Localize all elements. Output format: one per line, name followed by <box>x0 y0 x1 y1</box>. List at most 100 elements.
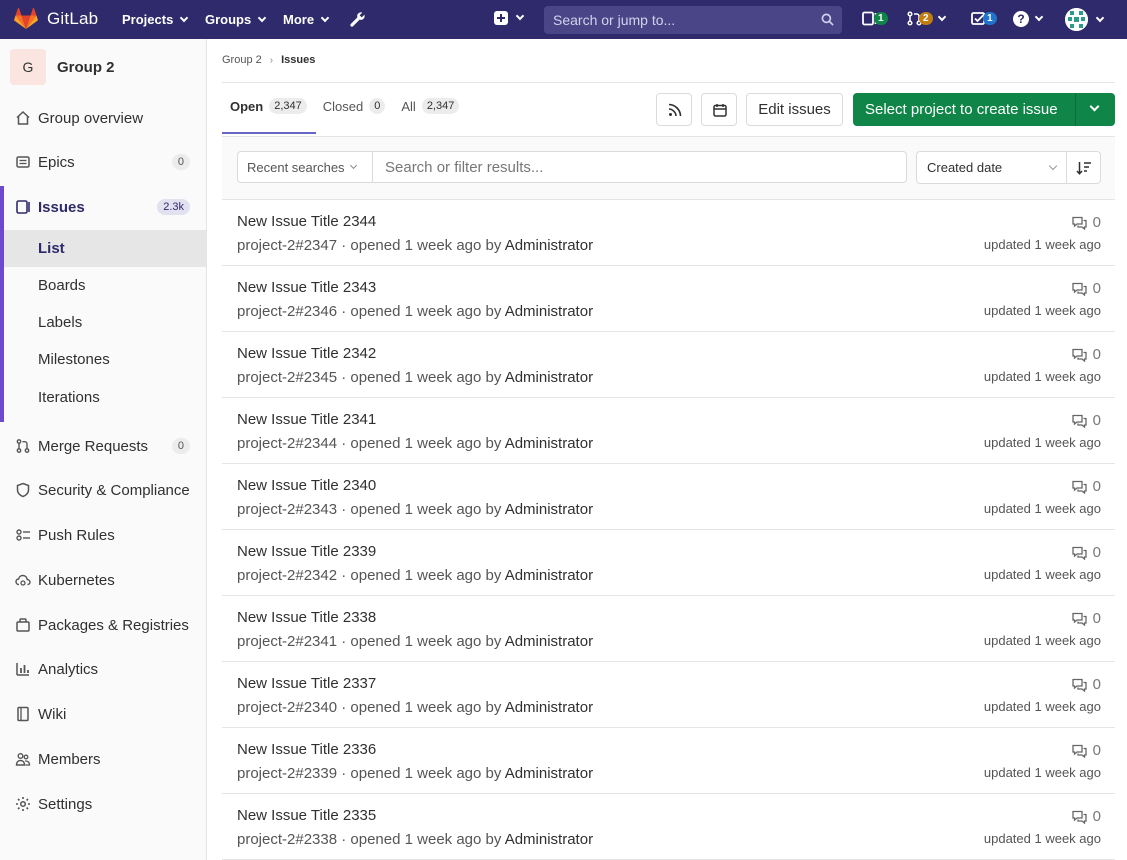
tab-closed[interactable]: Closed 0 <box>315 96 394 116</box>
issue-reference: project-2#2344 <box>237 435 338 452</box>
package-icon <box>16 618 30 632</box>
issue-meta: project-2#2343 · opened 1 week ago by Ad… <box>237 501 593 518</box>
create-issue-button[interactable]: Select project to create issue <box>853 93 1115 126</box>
tab-label: Closed <box>322 98 364 114</box>
global-search-input[interactable]: Search or jump to... <box>544 6 842 34</box>
sidebar-sub-label: List <box>38 240 65 257</box>
comments-link[interactable]: 0 <box>1072 214 1101 231</box>
comments-link[interactable]: 0 <box>1072 808 1101 825</box>
gitlab-logo-icon[interactable] <box>14 8 38 30</box>
group-header[interactable]: G Group 2 <box>10 49 115 85</box>
issue-author-link[interactable]: Administrator <box>505 435 593 452</box>
issues-counter-link[interactable]: 1 <box>862 11 888 26</box>
issue-opened-text: · opened 1 week ago by <box>337 567 505 584</box>
filter-search-input[interactable]: Search or filter results... <box>372 151 907 183</box>
rss-button[interactable] <box>656 93 692 126</box>
comments-link[interactable]: 0 <box>1072 346 1101 363</box>
issue-opened-text: · opened 1 week ago by <box>337 435 505 452</box>
tab-label: All <box>401 98 416 114</box>
comments-count: 0 <box>1092 412 1101 429</box>
issue-author-link[interactable]: Administrator <box>505 237 593 254</box>
sidebar-item-analytics[interactable]: Analytics <box>0 649 206 689</box>
search-placeholder: Search or jump to... <box>553 12 676 28</box>
issue-author-link[interactable]: Administrator <box>505 633 593 650</box>
sidebar-item-label: Kubernetes <box>38 571 115 589</box>
issue-title-link[interactable]: New Issue Title 2338 <box>237 609 376 626</box>
top-navbar: GitLab Projects Groups More Search or ju… <box>0 0 1127 39</box>
sort-direction-button[interactable] <box>1066 151 1101 184</box>
tab-all[interactable]: All 2,347 <box>393 96 467 116</box>
edit-issues-button[interactable]: Edit issues <box>746 93 843 126</box>
sidebar-sub-iterations[interactable]: Iterations <box>4 379 206 416</box>
issue-author-link[interactable]: Administrator <box>505 765 593 782</box>
todos-counter-link[interactable]: 1 <box>971 11 997 26</box>
comments-count: 0 <box>1092 610 1101 627</box>
nav-projects[interactable]: Projects <box>122 12 189 27</box>
chevron-down-icon[interactable] <box>1089 101 1100 112</box>
sidebar-item-push-rules[interactable]: Push Rules <box>0 515 206 555</box>
sidebar-item-wiki[interactable]: Wiki <box>0 694 206 734</box>
chevron-down-icon <box>320 13 330 22</box>
nav-more[interactable]: More <box>283 12 330 27</box>
issue-author-link[interactable]: Administrator <box>505 369 593 386</box>
comments-link[interactable]: 0 <box>1072 412 1101 429</box>
issue-meta: project-2#2341 · opened 1 week ago by Ad… <box>237 633 593 650</box>
tab-open[interactable]: Open 2,347 <box>222 96 315 116</box>
comments-link[interactable]: 0 <box>1072 742 1101 759</box>
breadcrumb-group-link[interactable]: Group 2 <box>222 54 262 66</box>
search-icon <box>821 13 834 26</box>
brand-name[interactable]: GitLab <box>47 9 98 29</box>
user-menu-button[interactable] <box>1065 8 1105 31</box>
sidebar-item-members[interactable]: Members <box>0 739 206 779</box>
issue-title-link[interactable]: New Issue Title 2340 <box>237 477 376 494</box>
tab-label: Open <box>230 98 264 114</box>
issue-title-link[interactable]: New Issue Title 2341 <box>237 411 376 428</box>
comments-icon <box>1072 612 1087 626</box>
sidebar-sub-labels[interactable]: Labels <box>4 304 206 341</box>
issue-title-link[interactable]: New Issue Title 2336 <box>237 741 376 758</box>
sidebar-sub-list[interactable]: List <box>4 230 206 267</box>
comments-link[interactable]: 0 <box>1072 280 1101 297</box>
comments-link[interactable]: 0 <box>1072 610 1101 627</box>
sidebar-item-settings[interactable]: Settings <box>0 784 206 824</box>
new-dropdown-button[interactable] <box>494 11 525 25</box>
calendar-button[interactable] <box>701 93 737 126</box>
issue-opened-text: · opened 1 week ago by <box>337 831 505 848</box>
sidebar-item-merge-requests[interactable]: Merge Requests 0 <box>0 426 206 466</box>
issue-row: New Issue Title 2344 project-2#2347 · ope… <box>222 200 1115 266</box>
issue-title-link[interactable]: New Issue Title 2335 <box>237 807 376 824</box>
issue-author-link[interactable]: Administrator <box>505 501 593 518</box>
sidebar-item-security-compliance[interactable]: Security & Compliance <box>0 470 206 510</box>
sidebar-item-label: Epics <box>38 153 75 171</box>
wrench-icon[interactable] <box>349 11 366 28</box>
sidebar-sub-milestones[interactable]: Milestones <box>4 341 206 378</box>
issue-title-link[interactable]: New Issue Title 2339 <box>237 543 376 560</box>
sidebar-item-packages-registries[interactable]: Packages & Registries <box>0 605 206 645</box>
issue-title-link[interactable]: New Issue Title 2343 <box>237 279 376 296</box>
help-dropdown-button[interactable]: ? <box>1013 11 1044 27</box>
comments-link[interactable]: 0 <box>1072 676 1101 693</box>
recent-searches-dropdown[interactable]: Recent searches <box>237 151 373 183</box>
issue-author-link[interactable]: Administrator <box>505 699 593 716</box>
breadcrumb-current[interactable]: Issues <box>281 54 315 66</box>
comments-link[interactable]: 0 <box>1072 544 1101 561</box>
issue-reference: project-2#2347 <box>237 237 338 254</box>
nav-more-label: More <box>283 12 315 27</box>
count-badge: 2.3k <box>157 199 190 215</box>
issue-updated-text: updated 1 week ago <box>983 699 1101 714</box>
issue-title-link[interactable]: New Issue Title 2337 <box>237 675 376 692</box>
merge-requests-counter-link[interactable]: 2 <box>907 11 946 26</box>
issue-author-link[interactable]: Administrator <box>505 303 593 320</box>
sidebar-item-group-overview[interactable]: Group overview <box>0 98 206 138</box>
sort-dropdown[interactable]: Created date <box>916 151 1067 184</box>
issue-author-link[interactable]: Administrator <box>505 567 593 584</box>
sidebar-sub-boards[interactable]: Boards <box>4 267 206 304</box>
sidebar-item-issues[interactable]: Issues 2.3k <box>0 187 206 227</box>
sidebar-item-epics[interactable]: Epics 0 <box>0 142 206 182</box>
nav-groups[interactable]: Groups <box>205 12 267 27</box>
issue-title-link[interactable]: New Issue Title 2344 <box>237 213 376 230</box>
issue-author-link[interactable]: Administrator <box>505 831 593 848</box>
issue-title-link[interactable]: New Issue Title 2342 <box>237 345 376 362</box>
sidebar-item-kubernetes[interactable]: Kubernetes <box>0 560 206 600</box>
comments-link[interactable]: 0 <box>1072 478 1101 495</box>
